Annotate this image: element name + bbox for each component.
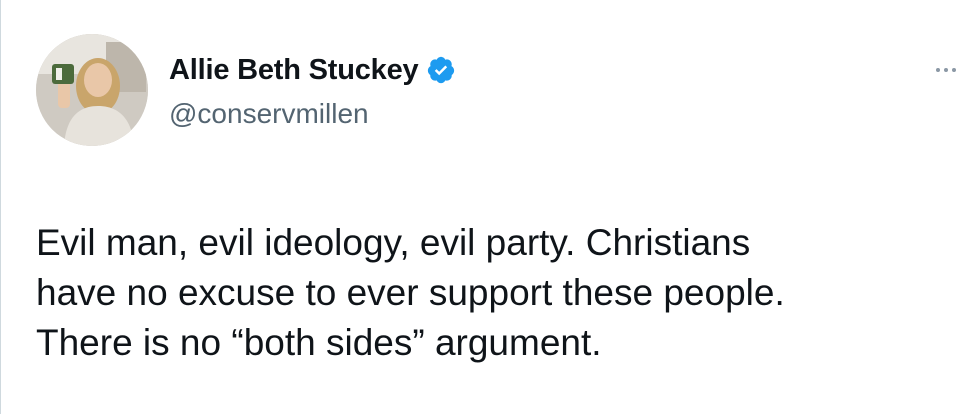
tweet-text-line: have no excuse to ever support these peo…	[36, 272, 785, 313]
more-horizontal-icon	[936, 68, 940, 72]
tweet-text-line: There is no “both sides” argument.	[36, 322, 602, 363]
tweet-text-line: Evil man, evil ideology, evil party. Chr…	[36, 222, 751, 263]
author-name-row: Allie Beth Stuckey	[169, 50, 456, 90]
tweet-card: Allie Beth Stuckey @conservmillen Evil m…	[0, 0, 980, 414]
verified-badge-icon	[426, 55, 456, 85]
tweet-text: Evil man, evil ideology, evil party. Chr…	[36, 218, 956, 368]
more-horizontal-icon-dot	[952, 68, 956, 72]
author-handle[interactable]: @conservmillen	[169, 98, 369, 130]
avatar[interactable]	[36, 34, 148, 146]
more-horizontal-icon-dot	[944, 68, 948, 72]
author-display-name[interactable]: Allie Beth Stuckey	[169, 54, 419, 87]
avatar-image	[36, 34, 148, 146]
more-options-button[interactable]	[926, 60, 966, 80]
